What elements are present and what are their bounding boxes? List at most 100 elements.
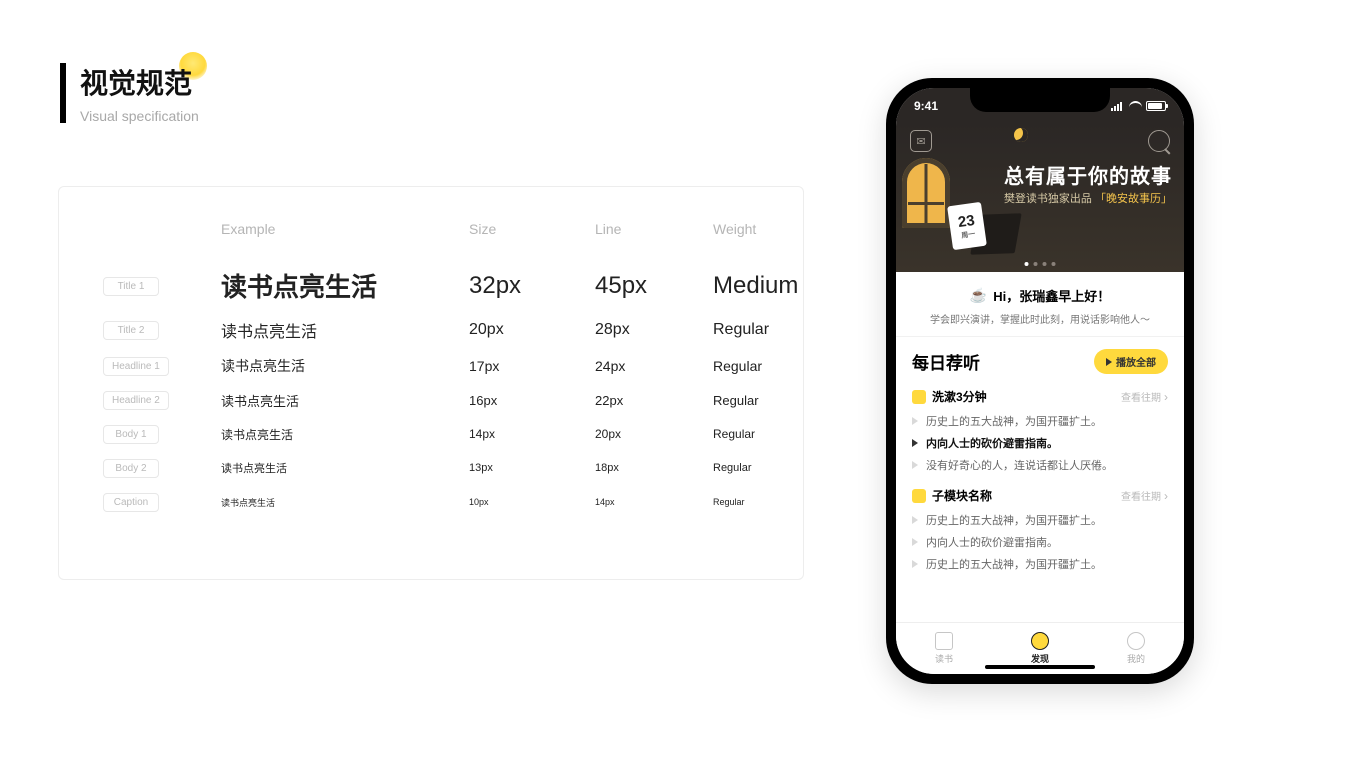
item-text: 内向人士的砍价避雷指南。: [926, 435, 1058, 451]
tab-label: 发现: [1031, 652, 1049, 665]
cup-icon: ☕: [970, 287, 987, 304]
daily-title: 每日荐听: [912, 349, 980, 374]
daily-section: 每日荐听 播放全部 洗漱3分钟 查看往期 历史上的五大战神，为国开疆扩土。 内向…: [896, 337, 1184, 590]
battery-icon: [1146, 101, 1166, 111]
tab-profile[interactable]: 我的: [1088, 623, 1184, 674]
spec-row: Headline 2 读书点亮生活 16px 22px Regular: [103, 390, 775, 410]
tab-bar: 读书 发现 我的: [896, 622, 1184, 674]
play-icon: [912, 560, 918, 568]
example-text: 读书点亮生活: [221, 496, 469, 509]
item-text: 历史上的五大战神，为国开疆扩土。: [926, 413, 1102, 429]
item-text: 历史上的五大战神，为国开疆扩土。: [926, 556, 1102, 572]
type-tag: Body 2: [103, 459, 159, 478]
search-icon[interactable]: [1148, 130, 1170, 152]
home-indicator: [985, 665, 1095, 669]
col-line: Line: [595, 221, 713, 237]
hero-subtitle-prefix: 樊登读书独家出品: [1004, 193, 1092, 205]
hero-title: 总有属于你的故事: [1004, 160, 1172, 189]
col-example: Example: [221, 221, 469, 237]
accent-bar: [60, 63, 66, 123]
greeting-sub: 学会即兴演讲，掌握此时此刻，用说话影响他人～: [912, 311, 1168, 326]
play-icon: [912, 417, 918, 425]
size-value: 20px: [469, 321, 595, 339]
play-all-button[interactable]: 播放全部: [1094, 349, 1168, 374]
spec-row: Title 1 读书点亮生活 32px 45px Medium: [103, 267, 775, 304]
example-text: 读书点亮生活: [221, 391, 469, 410]
size-value: 13px: [469, 462, 595, 474]
item-text: 历史上的五大战神，为国开疆扩土。: [926, 512, 1102, 528]
spec-row: Title 2 读书点亮生活 20px 28px Regular: [103, 318, 775, 342]
type-tag: Title 1: [103, 277, 159, 296]
view-past-link[interactable]: 查看往期: [1121, 389, 1168, 404]
audio-item[interactable]: 历史上的五大战神，为国开疆扩土。: [912, 512, 1168, 528]
example-text: 读书点亮生活: [221, 356, 469, 376]
weight-value: Regular: [713, 462, 833, 474]
example-text: 读书点亮生活: [221, 460, 469, 476]
play-all-label: 播放全部: [1116, 354, 1156, 369]
play-icon: [912, 516, 918, 524]
spec-row: Body 2 读书点亮生活 13px 18px Regular: [103, 458, 775, 478]
line-value: 18px: [595, 462, 713, 474]
spec-row: Body 1 读书点亮生活 14px 20px Regular: [103, 424, 775, 444]
typography-spec-card: Example Size Line Weight Title 1 读书点亮生活 …: [58, 186, 804, 580]
example-text: 读书点亮生活: [221, 267, 469, 304]
type-tag: Caption: [103, 493, 159, 512]
module-title: 洗漱3分钟: [932, 388, 987, 405]
module-title: 子模块名称: [932, 487, 992, 504]
line-value: 28px: [595, 321, 713, 339]
line-value: 20px: [595, 427, 713, 441]
phone-frame: 9:41 ✉ 23 周一 总有属于你的故事: [886, 78, 1194, 684]
device-notch: [970, 88, 1110, 112]
size-value: 17px: [469, 358, 595, 374]
type-tag: Headline 2: [103, 391, 169, 410]
module-icon: [912, 489, 926, 503]
line-value: 24px: [595, 358, 713, 374]
example-text: 读书点亮生活: [221, 318, 469, 342]
col-weight: Weight: [713, 221, 833, 237]
daily-module: 子模块名称 查看往期 历史上的五大战神，为国开疆扩土。 内向人士的砍价避雷指南。…: [912, 487, 1168, 572]
line-value: 22px: [595, 393, 713, 408]
section-header: 视觉规范 Visual specification: [60, 62, 199, 124]
hero-banner[interactable]: ✉ 23 周一 总有属于你的故事 樊登读书独家出品 「晚安故事历」: [896, 124, 1184, 272]
audio-item[interactable]: 内向人士的砍价避雷指南。: [912, 534, 1168, 550]
size-value: 10px: [469, 497, 595, 507]
greeting-block: ☕ Hi，张瑞鑫早上好！ 学会即兴演讲，掌握此时此刻，用说话影响他人～: [896, 272, 1184, 337]
tab-read[interactable]: 读书: [896, 623, 992, 674]
audio-item[interactable]: 历史上的五大战神，为国开疆扩土。: [912, 556, 1168, 572]
item-text: 内向人士的砍价避雷指南。: [926, 534, 1058, 550]
view-past-link[interactable]: 查看往期: [1121, 488, 1168, 503]
size-value: 16px: [469, 393, 595, 408]
play-icon: [912, 439, 918, 447]
book-icon: [935, 632, 953, 650]
audio-item[interactable]: 内向人士的砍价避雷指南。: [912, 435, 1168, 451]
audio-item[interactable]: 没有好奇心的人，连说话都让人厌倦。: [912, 457, 1168, 473]
status-time: 9:41: [914, 99, 938, 113]
moon-icon: [1014, 128, 1028, 142]
wifi-icon: [1129, 101, 1142, 111]
hero-subtitle: 樊登读书独家出品 「晚安故事历」: [1004, 190, 1172, 206]
size-value: 14px: [469, 427, 595, 441]
weight-value: Regular: [713, 497, 833, 507]
play-icon: [912, 538, 918, 546]
spec-row: Caption 读书点亮生活 10px 14px Regular: [103, 492, 775, 512]
size-value: 32px: [469, 272, 595, 300]
col-size: Size: [469, 221, 595, 237]
weight-value: Medium: [713, 272, 833, 300]
hero-subtitle-tag: 「晚安故事历」: [1095, 193, 1172, 205]
weight-value: Regular: [713, 321, 833, 339]
type-tag: Headline 1: [103, 357, 169, 376]
module-icon: [912, 390, 926, 404]
audio-item[interactable]: 历史上的五大战神，为国开疆扩土。: [912, 413, 1168, 429]
greeting-text: Hi，张瑞鑫早上好！: [993, 286, 1110, 305]
carousel-dots[interactable]: [1025, 262, 1056, 266]
spec-header-row: Example Size Line Weight: [103, 221, 775, 237]
type-tag: Title 2: [103, 321, 159, 340]
inbox-icon[interactable]: ✉: [910, 130, 932, 152]
discover-icon: [1031, 632, 1049, 650]
weight-value: Regular: [713, 358, 833, 374]
page-title: 视觉规范: [80, 62, 199, 102]
signal-icon: [1111, 102, 1125, 111]
line-value: 45px: [595, 272, 713, 300]
example-text: 读书点亮生活: [221, 426, 469, 443]
type-tag: Body 1: [103, 425, 159, 444]
